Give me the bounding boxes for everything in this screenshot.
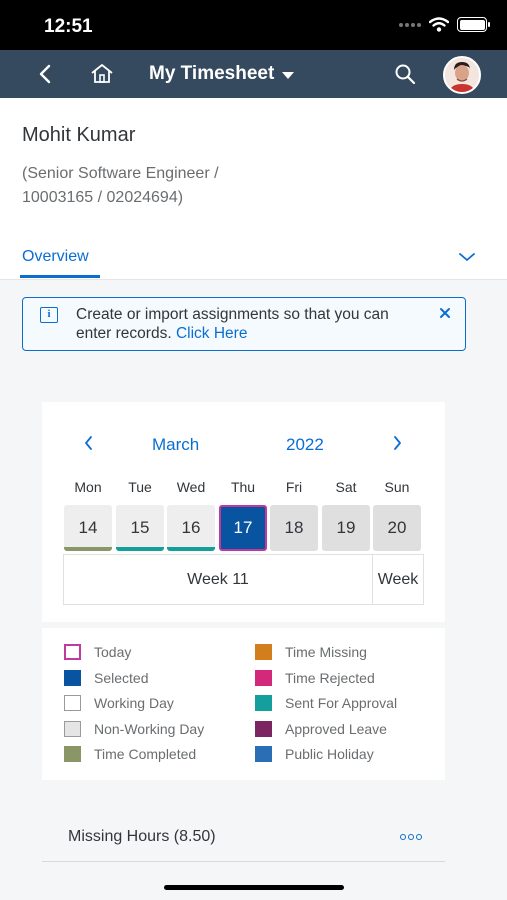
weekday-tue: Tue — [128, 479, 152, 495]
previous-month-icon[interactable] — [82, 435, 96, 451]
legend-non-working-day: Non-Working Day — [64, 721, 204, 737]
calendar-day-18[interactable]: 18 — [270, 505, 318, 551]
legend-swatch — [64, 721, 81, 737]
status-bar-time-completed — [64, 547, 112, 551]
legend-selected: Selected — [64, 670, 148, 686]
calendar-legend: Today Selected Working Day Non-Working D… — [42, 628, 445, 780]
back-icon[interactable] — [34, 62, 58, 86]
legend-swatch — [64, 670, 81, 686]
day-number: 16 — [181, 518, 201, 537]
legend-time-rejected: Time Rejected — [255, 670, 375, 686]
legend-time-completed: Time Completed — [64, 746, 196, 762]
legend-public-holiday: Public Holiday — [255, 746, 374, 762]
weekday-wed: Wed — [176, 479, 206, 495]
legend-sent-for-approval: Sent For Approval — [255, 695, 397, 711]
legend-label: Time Rejected — [285, 670, 375, 686]
cellular-signal-icon — [399, 22, 421, 27]
legend-swatch — [255, 721, 272, 737]
status-bar: 12:51 — [0, 0, 507, 50]
status-bar-sent-for-approval — [167, 547, 215, 551]
weekday-thu: Thu — [230, 479, 256, 495]
day-number: 15 — [130, 518, 150, 537]
legend-swatch — [64, 644, 81, 660]
legend-label: Today — [94, 644, 132, 660]
weekday-mon: Mon — [74, 479, 102, 495]
legend-swatch — [64, 746, 81, 762]
day-number: 19 — [336, 518, 356, 537]
calendar: March 2022 Mon Tue Wed Thu Fri Sat Sun 1… — [42, 402, 445, 622]
weekday-sat: Sat — [335, 479, 357, 495]
legend-swatch — [255, 670, 272, 686]
legend-swatch — [255, 695, 272, 711]
employee-details: (Senior Software Engineer / 10003165 / 0… — [22, 162, 282, 210]
caret-down-icon — [282, 71, 295, 79]
weekday-fri: Fri — [285, 479, 303, 495]
status-bar-sent-for-approval — [116, 547, 164, 551]
employee-details-line2: 10003165 / 02024694) — [22, 189, 184, 206]
more-options-icon[interactable] — [400, 834, 422, 840]
status-time: 12:51 — [44, 16, 93, 37]
missing-hours-row[interactable]: Missing Hours (8.50) — [42, 812, 445, 862]
calendar-day-19[interactable]: 19 — [322, 505, 370, 551]
legend-label: Sent For Approval — [285, 695, 398, 711]
information-icon: i — [40, 307, 58, 323]
home-indicator — [164, 885, 344, 890]
info-message-text: Create or import assignments so that you… — [76, 305, 416, 343]
legend-label: Working Day — [94, 695, 174, 711]
day-number: 18 — [284, 518, 304, 537]
legend-label: Time Missing — [285, 644, 367, 660]
tab-overview-indicator — [20, 275, 100, 278]
legend-swatch — [64, 695, 81, 711]
home-icon[interactable] — [89, 62, 115, 86]
day-number: 14 — [78, 518, 98, 537]
status-icons — [399, 17, 490, 32]
legend-time-missing: Time Missing — [255, 644, 367, 660]
legend-label: Time Completed — [94, 746, 197, 762]
employee-name: Mohit Kumar — [22, 124, 136, 146]
missing-hours-label: Missing Hours (8.50) — [68, 828, 216, 845]
shell-bar: My Timesheet — [0, 50, 507, 98]
calendar-day-16[interactable]: 16 — [167, 505, 215, 551]
click-here-link[interactable]: Click Here — [176, 325, 247, 342]
weekday-sun: Sun — [384, 479, 410, 495]
year-selector[interactable]: 2022 — [286, 435, 324, 455]
wifi-icon — [429, 17, 449, 32]
info-message-strip: i Create or import assignments so that y… — [22, 297, 466, 351]
calendar-day-15[interactable]: 15 — [116, 505, 164, 551]
next-month-icon[interactable] — [390, 435, 404, 451]
legend-label: Public Holiday — [285, 746, 374, 762]
tab-overview[interactable]: Overview — [22, 248, 89, 266]
legend-swatch — [255, 644, 272, 660]
avatar[interactable] — [443, 56, 481, 94]
legend-label: Approved Leave — [285, 721, 387, 737]
calendar-day-17-selected[interactable]: 17 — [219, 505, 267, 551]
legend-swatch — [255, 746, 272, 762]
legend-today: Today — [64, 644, 131, 660]
calendar-day-14[interactable]: 14 — [64, 505, 112, 551]
legend-working-day: Working Day — [64, 695, 174, 711]
close-icon[interactable] — [437, 305, 453, 321]
day-number: 17 — [233, 518, 253, 537]
calendar-day-20[interactable]: 20 — [373, 505, 421, 551]
battery-icon — [457, 17, 490, 32]
legend-label: Non-Working Day — [94, 721, 205, 737]
search-icon[interactable] — [394, 63, 416, 85]
app-title: My Timesheet — [149, 63, 275, 84]
month-selector[interactable]: March — [152, 435, 199, 455]
chevron-down-icon[interactable] — [458, 250, 476, 264]
day-number: 20 — [387, 518, 407, 537]
app-title-menu[interactable]: My Timesheet — [149, 63, 295, 85]
legend-label: Selected — [94, 670, 149, 686]
week-summary-current[interactable]: Week 11 — [63, 554, 373, 605]
week-summary-next[interactable]: Week — [372, 554, 424, 605]
user-photo-icon — [445, 58, 479, 92]
legend-approved-leave: Approved Leave — [255, 721, 387, 737]
object-header: Mohit Kumar (Senior Software Engineer / … — [0, 98, 507, 280]
employee-details-line1: (Senior Software Engineer / — [22, 165, 219, 182]
